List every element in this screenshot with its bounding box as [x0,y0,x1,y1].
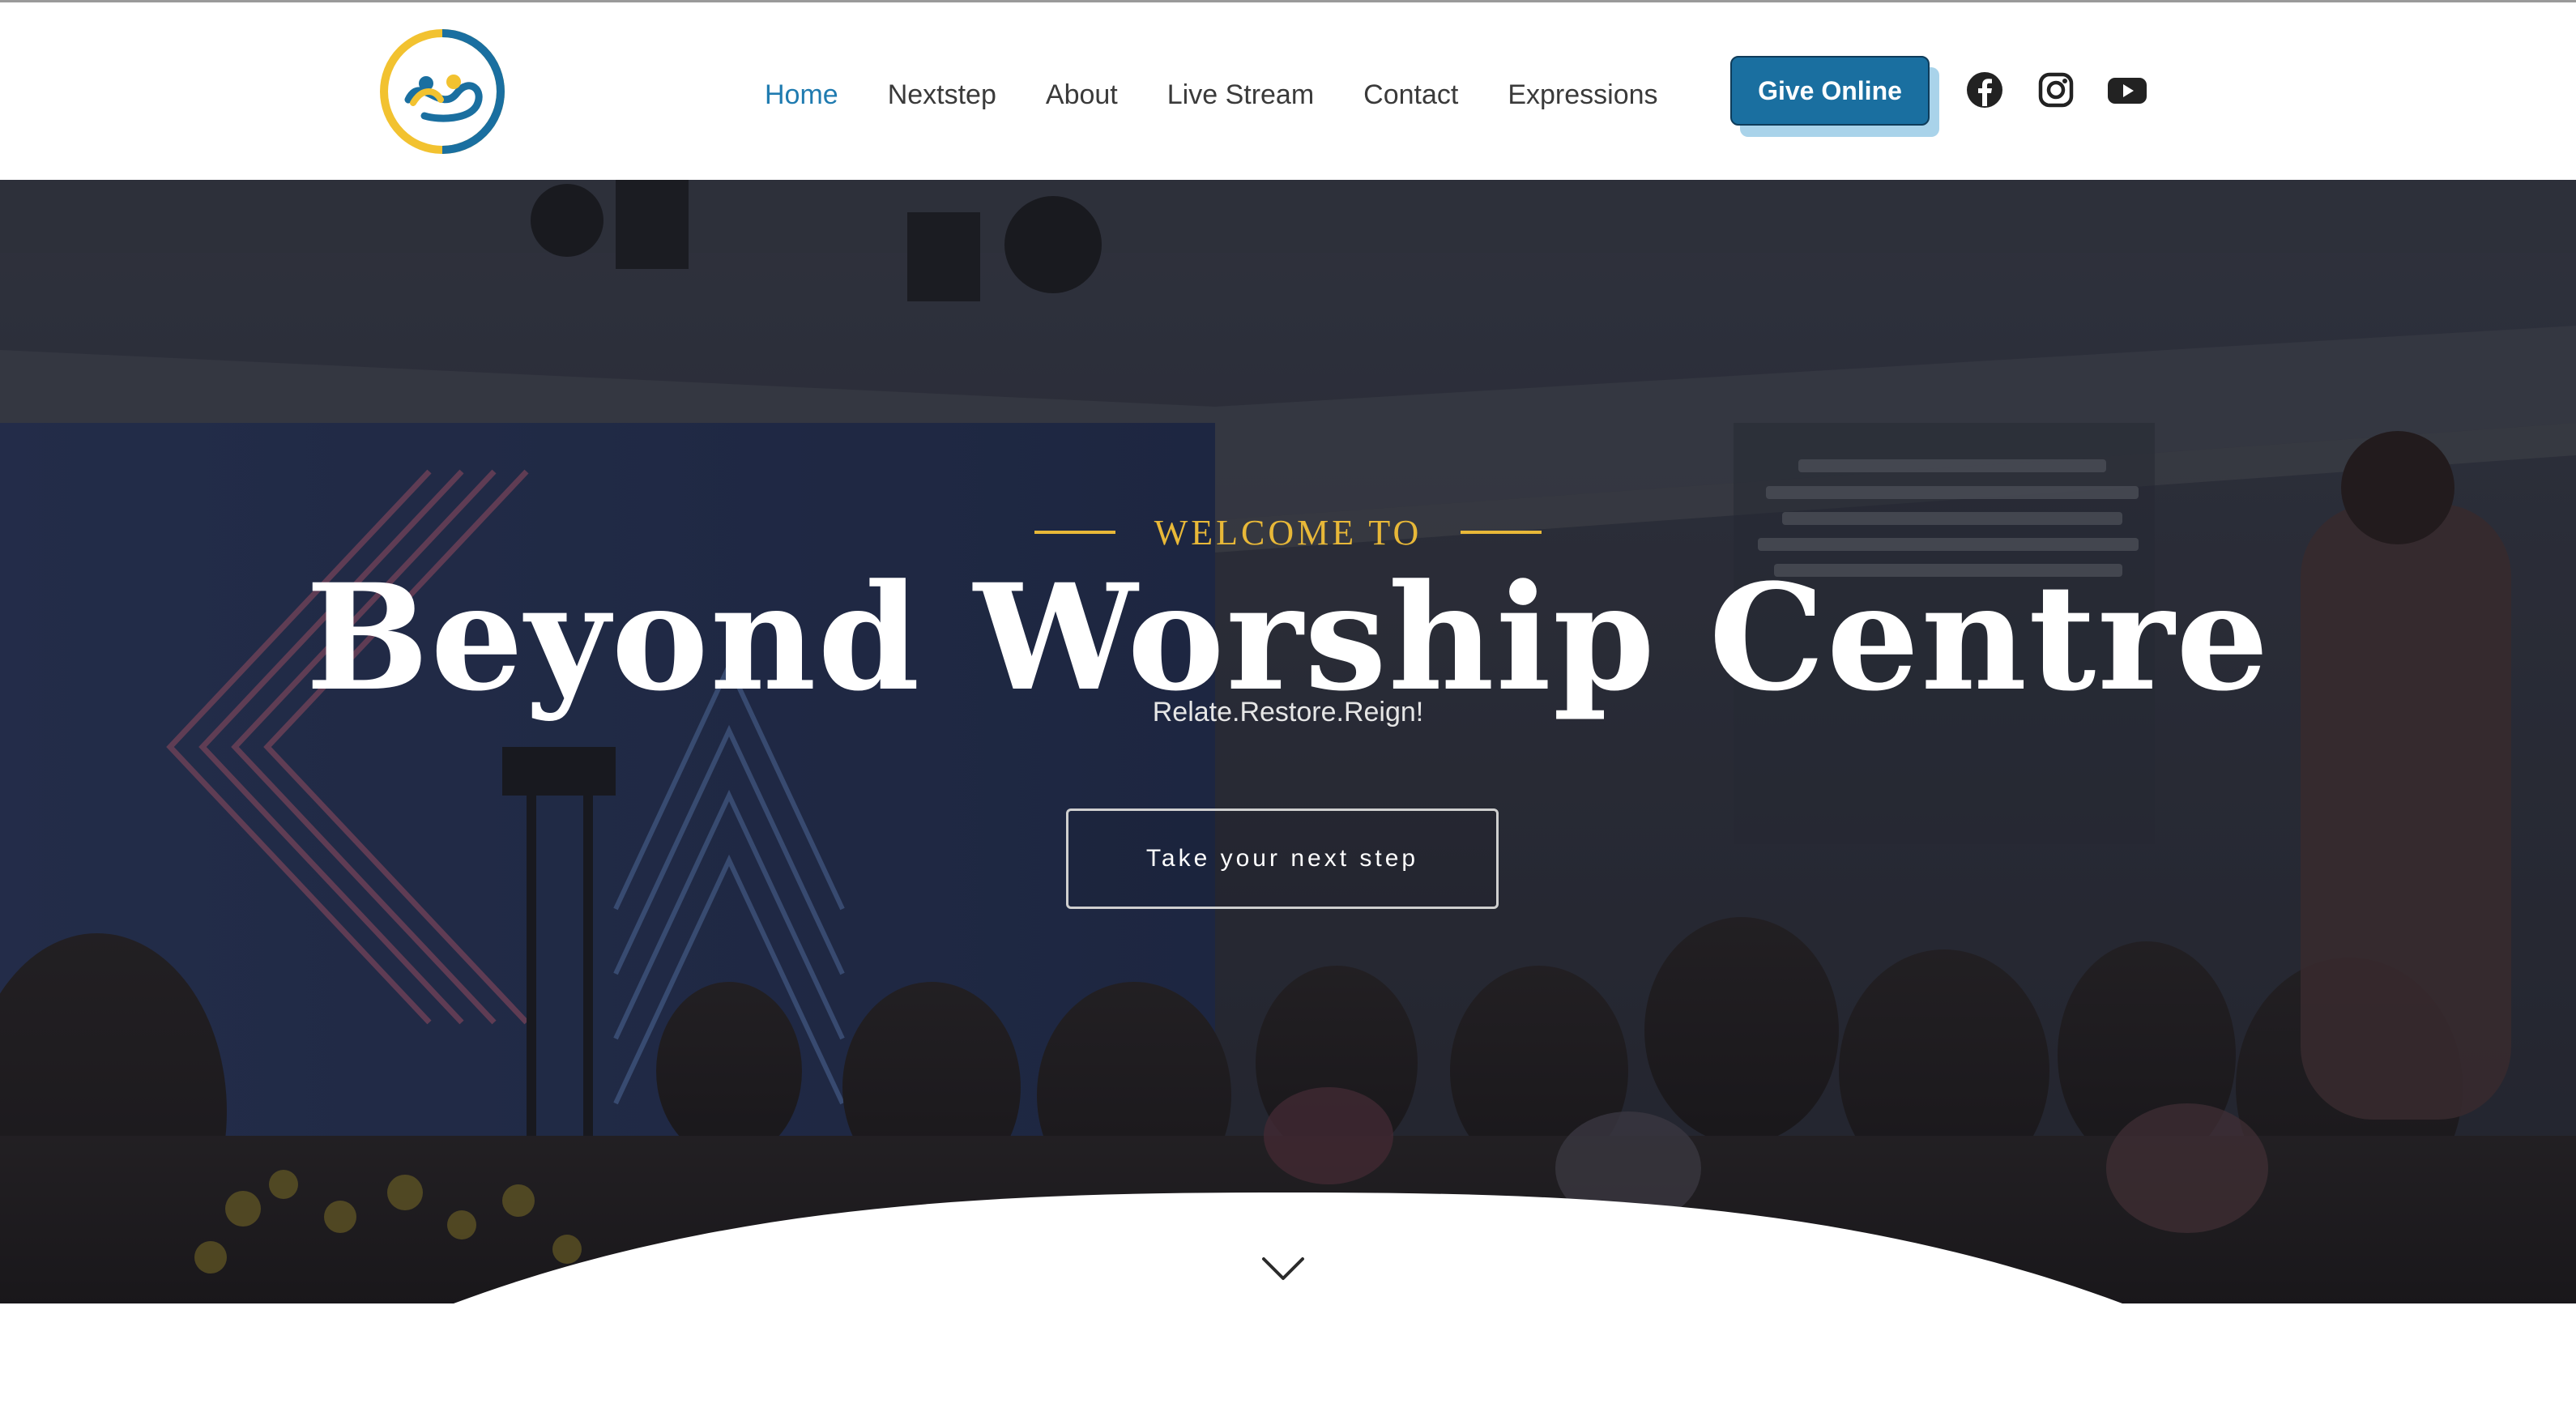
church-logo[interactable] [376,25,509,158]
nav-home[interactable]: Home [765,79,838,111]
hero-tagline: Relate.Restore.Reign! [1152,697,1424,727]
site-header: Home Nextstep About Live Stream Contact … [0,2,2576,180]
next-step-button[interactable]: Take your next step [1066,808,1499,909]
content-area [0,1303,2576,1425]
give-online-button[interactable]: Give Online [1730,56,1930,126]
eyebrow-line-right [1461,531,1542,534]
nav-about[interactable]: About [1046,79,1118,111]
page: Home Nextstep About Live Stream Contact … [0,0,2576,1425]
nav-live-stream[interactable]: Live Stream [1167,79,1314,111]
nav-nextstep[interactable]: Nextstep [888,79,996,111]
nav-contact[interactable]: Contact [1363,79,1458,111]
main-nav: Home Nextstep About Live Stream Contact … [765,70,1708,119]
youtube-icon[interactable] [2106,70,2148,109]
chevron-down-icon[interactable] [1260,1256,1306,1283]
facebook-icon[interactable] [1965,70,2004,109]
eyebrow-line-left [1034,531,1115,534]
hero-background-image [0,180,2576,1303]
instagram-icon[interactable] [2036,70,2075,109]
nav-expressions[interactable]: Expressions [1508,79,1657,111]
hero-section: WELCOME TO Beyond Worship Centre Relate.… [0,180,2576,1303]
